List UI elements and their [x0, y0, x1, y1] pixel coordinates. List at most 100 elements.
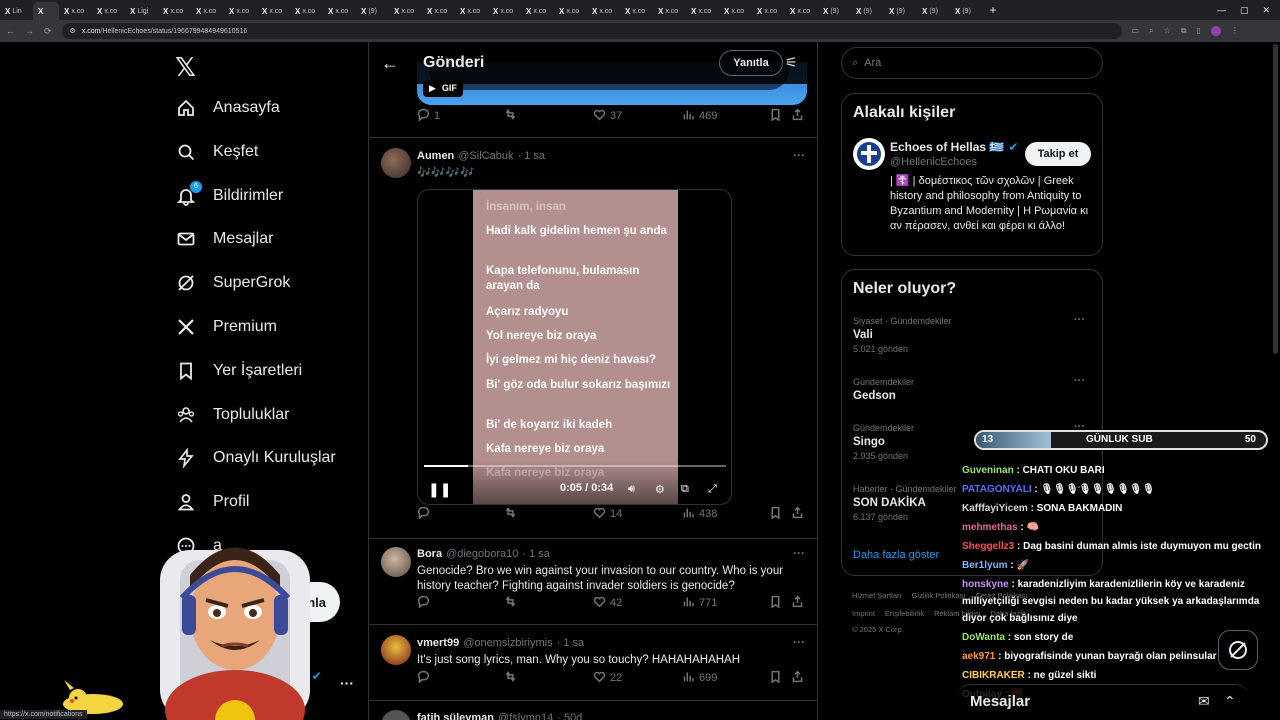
- settings-gear-icon[interactable]: ⚙: [655, 483, 665, 496]
- browser-tab[interactable]: Xx.co: [620, 2, 653, 20]
- trend-item[interactable]: Siyaset · Gündemdekiler Vali 5.021 gönderi…: [853, 314, 1093, 354]
- trend-more-icon[interactable]: ···: [1074, 314, 1085, 326]
- expand-up-icon[interactable]: ⌃: [1224, 693, 1236, 710]
- retweet-action[interactable]: [504, 506, 521, 522]
- x-logo-icon[interactable]: 𝕏: [175, 52, 196, 83]
- share-action[interactable]: [791, 595, 804, 611]
- tweet-time[interactable]: · 1 sa: [517, 150, 545, 162]
- avatar[interactable]: [381, 547, 411, 577]
- back-arrow-icon[interactable]: ←: [381, 53, 399, 74]
- avatar[interactable]: [381, 148, 411, 178]
- browser-tab[interactable]: Xx.co: [752, 2, 785, 20]
- volume-icon[interactable]: 🔊︎: [628, 483, 635, 496]
- messages-drawer[interactable]: Mesajlar ✉ ⌃: [958, 684, 1248, 720]
- reply-button[interactable]: Yanıtla: [719, 50, 783, 76]
- bookmark-action[interactable]: [769, 108, 782, 124]
- nav-item-9[interactable]: Onaylı Kuruluşlar: [175, 447, 336, 469]
- author-name[interactable]: Aumen: [417, 150, 454, 162]
- reply-action[interactable]: [417, 506, 434, 522]
- avatar[interactable]: [381, 710, 411, 720]
- browser-tab[interactable]: Xx.co: [785, 2, 818, 20]
- nav-item-7[interactable]: Yer İşaretleri: [175, 360, 302, 382]
- extensions-icon[interactable]: ⧉: [1181, 26, 1187, 36]
- reply-action[interactable]: [417, 595, 434, 611]
- close-icon[interactable]: ✕: [1262, 5, 1270, 16]
- bookmark-action[interactable]: [769, 506, 782, 522]
- browser-tab[interactable]: Xx.co: [521, 2, 554, 20]
- author-name[interactable]: Bora: [417, 548, 442, 560]
- tweet-more-icon[interactable]: ···: [793, 546, 805, 560]
- tweet-time[interactable]: · 50d: [557, 712, 582, 720]
- browser-tab[interactable]: Xx.co: [389, 2, 422, 20]
- share-action[interactable]: [791, 670, 804, 686]
- avatar[interactable]: [853, 138, 885, 170]
- share-action[interactable]: [791, 108, 804, 124]
- pause-icon[interactable]: ❚❚: [428, 481, 451, 498]
- views-action[interactable]: 771: [682, 595, 717, 611]
- sidebar-icon[interactable]: ▯: [1196, 26, 1200, 36]
- back-arrow-icon[interactable]: ←: [6, 26, 15, 36]
- views-action[interactable]: 438: [682, 506, 717, 522]
- avatar[interactable]: [381, 635, 411, 665]
- browser-tab[interactable]: Xx.co: [488, 2, 521, 20]
- browser-tab[interactable]: X (9): [950, 2, 983, 20]
- browser-tab[interactable]: X (9): [917, 2, 950, 20]
- author-handle[interactable]: @diegobora10: [446, 548, 518, 560]
- author-name[interactable]: vmert99: [417, 637, 459, 649]
- browser-tab[interactable]: Xx.co: [587, 2, 620, 20]
- reload-icon[interactable]: ⟳: [44, 26, 52, 37]
- browser-tab[interactable]: Xx.co: [422, 2, 455, 20]
- views-action[interactable]: 469: [682, 108, 717, 124]
- minimize-icon[interactable]: —: [1217, 5, 1226, 16]
- browser-tab[interactable]: X (9): [851, 2, 884, 20]
- nav-item-2[interactable]: Keşfet: [175, 141, 258, 163]
- address-bar[interactable]: ⚙ x.com/HellenicEchoes/status/1966799484…: [61, 23, 1122, 39]
- filter-settings-icon[interactable]: ⚟: [785, 54, 798, 71]
- search-input[interactable]: ⌕ Ara: [841, 47, 1103, 79]
- nav-item-3[interactable]: 6 Bildirimler: [175, 180, 283, 207]
- picture-in-picture-icon[interactable]: ⧉: [681, 483, 689, 496]
- footer-link[interactable]: Erişilebilirlik: [885, 609, 924, 618]
- nav-item-5[interactable]: SuperGrok: [175, 272, 290, 294]
- site-info-icon[interactable]: ⚙: [70, 27, 76, 35]
- fullscreen-icon[interactable]: ⤢: [708, 483, 717, 496]
- menu-icon[interactable]: ⋮: [1231, 26, 1239, 36]
- browser-tab[interactable]: X Ligi: [125, 2, 158, 20]
- author-handle[interactable]: @fslymn14: [498, 712, 553, 720]
- browser-tab[interactable]: Xx.co: [455, 2, 488, 20]
- browser-tab[interactable]: Xx.co: [224, 2, 257, 20]
- browser-tab[interactable]: Xx.co: [686, 2, 719, 20]
- show-more-link[interactable]: Daha fazla göster: [853, 549, 939, 561]
- like-action[interactable]: 42: [593, 595, 622, 611]
- forward-arrow-icon[interactable]: →: [25, 26, 34, 36]
- star-icon[interactable]: ☆: [1164, 26, 1171, 36]
- browser-tab[interactable]: X: [33, 2, 59, 20]
- follow-button[interactable]: Takip et: [1025, 142, 1091, 166]
- video-progress-bar[interactable]: [424, 465, 726, 467]
- browser-tab[interactable]: Xx.co: [92, 2, 125, 20]
- nav-item-10[interactable]: Profil: [175, 491, 249, 513]
- browser-tab[interactable]: Xx.co: [59, 2, 92, 20]
- tweet-time[interactable]: · 1 sa: [522, 548, 550, 560]
- retweet-action[interactable]: [504, 108, 521, 124]
- scrollbar[interactable]: [1273, 44, 1278, 354]
- reply-action[interactable]: 1: [417, 108, 440, 124]
- browser-tab[interactable]: X (9): [818, 2, 851, 20]
- browser-tab[interactable]: Xx.co: [323, 2, 356, 20]
- nav-item-1[interactable]: Anasayfa: [175, 97, 280, 119]
- grok-button[interactable]: [1218, 630, 1258, 670]
- related-handle[interactable]: @HellenicEchoes: [890, 156, 977, 168]
- browser-tab[interactable]: Xx.co: [653, 2, 686, 20]
- like-action[interactable]: 14: [593, 506, 622, 522]
- related-name[interactable]: Echoes of Hellas 🇬🇷 ✔: [890, 140, 1018, 154]
- trend-item[interactable]: Gündemdekiler Gedson ···: [853, 375, 1093, 402]
- author-handle[interactable]: @SilCabuk: [458, 150, 513, 162]
- views-action[interactable]: 699: [682, 670, 717, 686]
- browser-tab[interactable]: Xx.co: [257, 2, 290, 20]
- author-name[interactable]: fatih süleyman: [417, 712, 494, 720]
- tweet-more-icon[interactable]: ···: [793, 148, 805, 162]
- new-message-icon[interactable]: ✉: [1198, 693, 1210, 710]
- reply-action[interactable]: [417, 670, 434, 686]
- browser-tab[interactable]: X (9): [356, 2, 389, 20]
- tweet-more-icon[interactable]: ···: [793, 635, 805, 649]
